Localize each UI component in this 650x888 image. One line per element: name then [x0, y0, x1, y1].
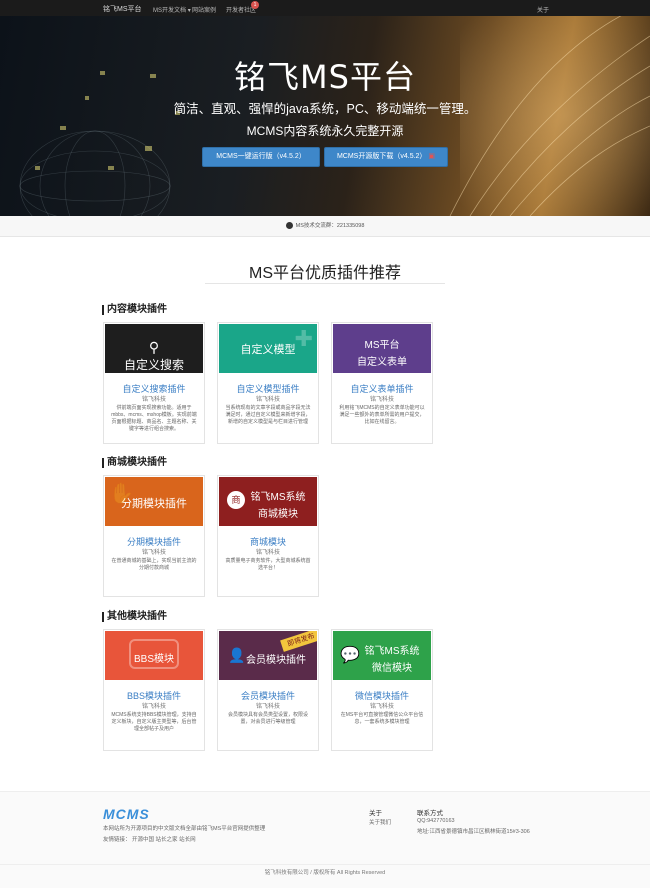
qq-group-bar: MS技术交流群：221335098 — [0, 216, 650, 237]
notification-badge: 1 — [251, 1, 259, 9]
banner-text-2: 商城模块 — [258, 509, 298, 520]
banner-text: 铭飞MS系统 — [364, 646, 420, 657]
plugin-card-wechat[interactable]: 💬 铭飞MS系统 微信模块 微信模块插件 铭飞科技 在MS平台可直接管理微信公众… — [331, 629, 433, 751]
search-icon: ⚲ — [148, 339, 160, 355]
plugin-card-custom-form[interactable]: MS平台 自定义表单 自定义表单插件 铭飞科技 利用铭飞MCMS的自定义表单功能… — [331, 322, 433, 444]
qq-group-text: MS技术交流群：221335098 — [295, 223, 365, 229]
footer-qq: QQ:942770163 — [417, 818, 455, 824]
plugin-author: 铭飞科技 — [369, 704, 394, 710]
footer-contact-heading: 联系方式 — [417, 810, 443, 817]
nav-item-cases[interactable]: 网站案例 — [192, 5, 216, 14]
footer-about-heading: 关于 — [369, 810, 382, 817]
banner-text: BBS模块 — [133, 654, 174, 665]
footer: MCMS 本网站所为开源项目的中文版文档全部由铭飞MS平台官网提供整理 友情链接… — [0, 791, 650, 888]
plugin-author: 铭飞科技 — [141, 550, 166, 556]
image-icon: ▣ — [428, 153, 436, 160]
plugin-author: 铭飞科技 — [255, 704, 280, 710]
nav-item-docs[interactable]: MS开发文档 ▾ — [153, 5, 191, 14]
plugin-banner: 分期模块插件 ✋ — [105, 477, 203, 526]
chevron-down-icon: ▾ — [187, 8, 191, 14]
banner-text: 铭飞MS系统 — [250, 492, 306, 503]
plugin-card-mall[interactable]: 商 铭飞MS系统 商城模块 商城模块 铭飞科技 高质量电子商务软件，大型商城系统… — [217, 475, 319, 597]
plugin-card-custom-model[interactable]: 自定义模型 ✚ 自定义模型插件 铭飞科技 当系统现有的文章字段或商品字段无法满足… — [217, 322, 319, 444]
download-runnable-button[interactable]: MCMS一键运行版（v4.5.2） — [202, 147, 320, 167]
plugin-author: 铭飞科技 — [141, 397, 166, 403]
section-title: MS平台优质插件推荐 — [248, 265, 401, 282]
plugin-card-custom-search[interactable]: ⚲ 自定义搜索 自定义搜索插件 铭飞科技 供前端页面实现搜索功能。适用于mbbs… — [103, 322, 205, 444]
hero-banner: 铭飞MS平台 简洁、直观、强悍的java系统，PC、移动端统一管理。 MCMS内… — [0, 16, 650, 216]
plugin-banner: 自定义模型 ✚ — [219, 324, 317, 373]
puzzle-icon: ✚ — [294, 326, 313, 351]
category-content-title: 内容模块插件 — [102, 305, 167, 315]
banner-text: ⚲ 自定义搜索 — [105, 339, 203, 373]
hero-title: 铭飞MS平台 — [234, 58, 416, 96]
plugin-desc: 利用铭飞MCMS的自定义表单功能可以满足一些额外的表单所需的用户提交，比如在线留… — [339, 405, 425, 425]
hand-icon: ✋ — [109, 483, 134, 505]
plugin-desc: 会员模块具有会员类型设置，权限设置，对会员进行等级管理 — [227, 712, 308, 725]
footer-logo: MCMS — [103, 806, 150, 822]
hero-subtitle: 简洁、直观、强悍的java系统，PC、移动端统一管理。 — [173, 102, 477, 116]
banner-text-2: 自定义表单 — [357, 357, 407, 368]
plugin-banner: 👤 会员模块插件 即将发布 — [219, 631, 317, 680]
footer-about-link[interactable]: 关于我们 — [369, 818, 391, 826]
qq-icon — [285, 222, 293, 230]
plugin-author: 铭飞科技 — [141, 704, 166, 710]
footer-friend-links[interactable]: 友情链接： 开源中国 站长之家 站长网 — [103, 835, 196, 843]
plugin-desc: 在MS平台可直接管理微信公众平台信息，一套系统多模块管理 — [340, 712, 424, 725]
plugin-banner: MS平台 自定义表单 — [333, 324, 431, 373]
plugin-desc: 在普通商城的基础上，实现当前主流的分期付款商城 — [111, 558, 197, 571]
banner-text: 会员模块插件 — [246, 655, 306, 666]
section-divider — [205, 283, 445, 284]
footer-description: 本网站所为开源项目的中文版文档全部由铭飞MS平台官网提供整理 — [103, 826, 266, 832]
wechat-icon: 💬 — [340, 647, 360, 664]
plugin-author: 铭飞科技 — [369, 397, 394, 403]
category-other-title: 其他模块插件 — [102, 612, 167, 622]
banner-text: MS平台 — [364, 340, 400, 351]
user-icon: 👤 — [228, 647, 246, 663]
plugin-desc: 高质量电子商务软件，大型商城系统首选平台！ — [225, 558, 311, 571]
footer-address: 地址:江西省景德镇市昌江区枫林街道15#3-306 — [417, 829, 530, 835]
plugin-desc: MCMS系统支持BBS模块管理，支持自定义板块，自定义版主类型等，后台管理全部帖… — [111, 712, 197, 732]
plugin-card-member[interactable]: 👤 会员模块插件 即将发布 会员模块插件 铭飞科技 会员模块具有会员类型设置，权… — [217, 629, 319, 751]
plugin-banner: 💬 铭飞MS系统 微信模块 — [333, 631, 431, 680]
plugin-desc: 供前端页面实现搜索功能。适用于mbbs、mcms、mshop模板。实现前端页面根… — [111, 405, 197, 432]
footer-copyright: 铭飞科技有限公司 / 版权所有 All Rights Reserved — [0, 864, 650, 876]
nav-item-about[interactable]: 关于 — [537, 5, 549, 14]
plugin-author: 铭飞科技 — [255, 550, 280, 556]
nav-brand[interactable]: 铭飞MS平台 — [103, 4, 142, 14]
banner-text-2: 微信模块 — [372, 663, 412, 674]
plugin-banner: BBS模块 — [105, 631, 203, 680]
coming-soon-ribbon: 即将发布 — [280, 631, 317, 652]
mall-icon: 商 — [227, 491, 245, 509]
download-source-button[interactable]: MCMS开源版下载（v4.5.2） ▣ — [324, 147, 448, 167]
category-mall-title: 商城模块插件 — [102, 458, 167, 468]
top-navbar: 铭飞MS平台 MS开发文档 ▾ 网站案例 开发者社区 1 关于 — [0, 0, 650, 16]
plugin-author: 铭飞科技 — [255, 397, 280, 403]
plugin-desc: 当系统现有的文章字段或商品字段无法满足时，通过自定义模型来新增字段，新增的自定义… — [225, 405, 311, 425]
hero-tagline: MCMS内容系统永久完整开源 — [246, 124, 404, 138]
plugin-card-installment[interactable]: 分期模块插件 ✋ 分期模块插件 铭飞科技 在普通商城的基础上，实现当前主流的分期… — [103, 475, 205, 597]
plugin-card-bbs[interactable]: BBS模块 BBS模块插件 铭飞科技 MCMS系统支持BBS模块管理，支持自定义… — [103, 629, 205, 751]
plugin-banner: ⚲ 自定义搜索 — [105, 324, 203, 373]
plugin-banner: 商 铭飞MS系统 商城模块 — [219, 477, 317, 526]
